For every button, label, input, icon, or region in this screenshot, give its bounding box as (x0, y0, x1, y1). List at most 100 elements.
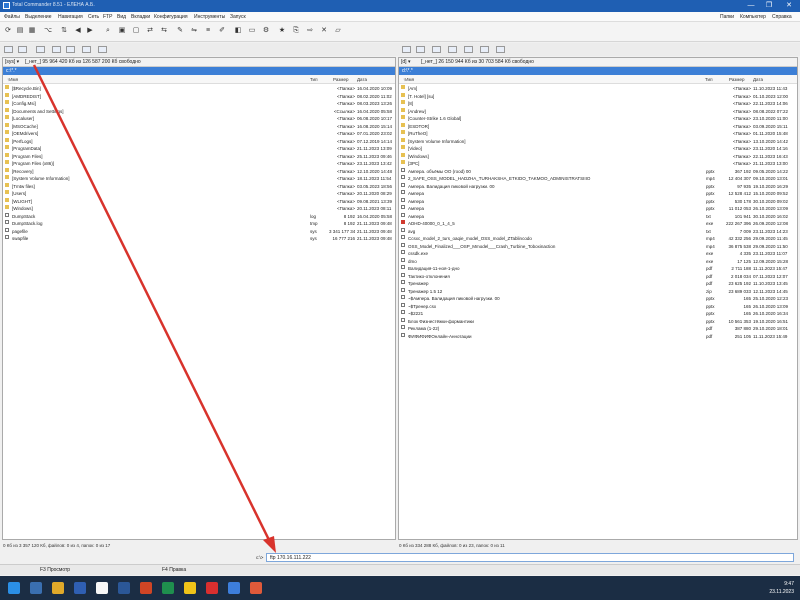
header-size[interactable]: Размер (729, 77, 744, 82)
menu-network[interactable]: Сеть (88, 14, 99, 20)
file-row[interactable]: avg txt 7 009 23.11.2023 14:23 (399, 227, 797, 236)
file-row[interactable]: [PerfLogs] <Папка> 07.12.2019 14:14 (3, 137, 395, 146)
menu-view[interactable]: Вид (117, 14, 126, 20)
powerpoint-icon[interactable] (140, 582, 152, 594)
drive-up-icon[interactable] (496, 46, 505, 53)
menu-tabs[interactable]: Вкладки (131, 14, 150, 20)
pack-icon[interactable]: ▣ (118, 27, 126, 35)
left-drive-select[interactable]: [sys] ▾ (5, 59, 19, 65)
drive-c-icon[interactable] (402, 46, 411, 53)
drive-f-icon[interactable] (448, 46, 457, 53)
refresh-icon[interactable]: ⟳ (4, 27, 12, 35)
drive-d-icon[interactable] (416, 46, 425, 53)
file-row[interactable]: Блок Физнестёжки-формантики pptx 10 561 35… (399, 317, 797, 326)
file-row[interactable]: Ампера pptx 530 178 30.10.2020 09:02 (399, 197, 797, 206)
file-row[interactable]: ~$2221 pptx 165 26.10.2020 16:34 (399, 310, 797, 318)
forward-arrow-icon[interactable]: ▶ (86, 27, 94, 35)
file-row[interactable]: [WLIGHT] <Папка> 09.08.2021 13:39 (3, 197, 395, 206)
file-row[interactable]: [Localuser] <Папка> 06.08.2020 10:17 (3, 115, 395, 123)
file-row[interactable]: [RuTheO] <Папка> 01.11.2020 15:48 (399, 130, 797, 138)
file-row[interactable]: [AMDREDIST] <Папка> 08.02.2020 11:02 (3, 92, 395, 101)
file-row[interactable]: [T. Hotel] [su] <Папка> 01.10.2023 12:00 (399, 92, 797, 101)
file-row[interactable]: [Windows] <Папка> 22.11.2023 16:43 (399, 152, 797, 161)
tree-icon[interactable]: ⌥ (44, 27, 52, 35)
ftp-connect-icon[interactable]: ⇄ (146, 27, 154, 35)
app-icon[interactable] (250, 582, 262, 594)
file-row[interactable]: [ProgramData] <Папка> 21.11.2023 13:09 (3, 145, 395, 153)
sync-icon[interactable]: ⇋ (190, 27, 198, 35)
excel-icon[interactable] (162, 582, 174, 594)
file-row[interactable]: pagefile sys 3 341 177 344 21.11.2023 09:48 (3, 227, 395, 236)
file-row[interactable]: [MSOCache] <Папка> 16.08.2020 15:14 (3, 122, 395, 131)
left-current-dir[interactable]: c:\*.* (3, 67, 395, 75)
file-row[interactable]: [8] <Папка> 22.11.2023 14:06 (399, 100, 797, 108)
close-button[interactable]: ✕ (782, 0, 796, 12)
file-row[interactable]: Тренажер 1.5 12 zip 23 689 033 12.11.2023 1… (399, 287, 797, 296)
settings-icon[interactable]: ⚙ (262, 27, 270, 35)
sort-icon[interactable]: ⇅ (60, 27, 68, 35)
file-row[interactable]: [Video] <Папка> 23.11.2020 14:16 (399, 145, 797, 153)
notepad-icon[interactable]: ✐ (218, 27, 226, 35)
total-commander-icon[interactable] (228, 582, 240, 594)
file-row[interactable]: [Program Files (x86)] <Папка> 23.11.2023 1… (3, 160, 395, 168)
file-row[interactable]: DumpStack log 8 192 16.04.2020 05:58 (3, 212, 395, 221)
menu-ftp[interactable]: FTP (103, 14, 112, 20)
maximize-button[interactable]: ❐ (762, 0, 776, 12)
drive-d-icon[interactable] (18, 46, 27, 53)
header-size[interactable]: Размер (333, 77, 348, 82)
drive-net-icon[interactable] (464, 46, 473, 53)
file-row[interactable]: 2_SAFE_OSS_MODEL_HADZHA_TURHAKSHA_ETKIDO… (399, 175, 797, 183)
move-icon[interactable]: ⇨ (306, 27, 314, 35)
header-name[interactable]: ↑Имя (403, 77, 414, 82)
file-row[interactable]: ~$Тренер.csx pptx 165 26.10.2020 13:09 (399, 302, 797, 311)
file-row[interactable]: [Andrew] <Папка> 08.08.2022 07:22 (399, 107, 797, 116)
drive-net-icon[interactable] (66, 46, 75, 53)
header-date[interactable]: Дата (357, 77, 367, 82)
file-row[interactable]: swapfile sys 16 777 216 21.11.2023 09:48 (3, 235, 395, 243)
menu-files[interactable]: Файлы (4, 14, 20, 20)
drive-root-icon[interactable] (82, 46, 91, 53)
file-row[interactable]: [Config.Msi] <Папка> 08.03.2023 13:26 (3, 100, 395, 108)
menu-tools[interactable]: Инструменты (194, 14, 225, 20)
multi-rename-icon[interactable]: ✎ (176, 27, 184, 35)
file-row[interactable]: Ccsxc_model_2_turs_oaqie_model_OSS_model… (399, 235, 797, 243)
header-name[interactable]: ↑Имя (7, 77, 18, 82)
drive-root-icon[interactable] (480, 46, 489, 53)
file-row[interactable]: Валидация-11-ноя-1-дно pdf 2 711 188 11.11.… (399, 265, 797, 273)
yandex-icon[interactable] (206, 582, 218, 594)
right-drive-select[interactable]: [d] ▾ (401, 59, 410, 65)
right-current-dir[interactable]: d:\*.* (399, 67, 797, 75)
f3-view-button[interactable]: F3 Просмотр (40, 567, 70, 573)
new-folder-icon[interactable]: ▱ (334, 27, 342, 35)
file-row[interactable]: OSS_Model_Finalized___OSP_Mmodel___Crash… (399, 242, 797, 251)
header-ext[interactable]: Тип (310, 77, 318, 82)
menu-selection[interactable]: Выделение (25, 14, 52, 20)
copy-icon[interactable]: ⎘ (292, 27, 300, 35)
explorer-icon[interactable]: ◧ (234, 27, 242, 35)
menu-navigation[interactable]: Навигация (58, 14, 83, 20)
file-row[interactable]: [Am] <Папка> 11.10.2023 11:43 (399, 85, 797, 93)
file-row[interactable]: [$Recycle.Bin] <Папка> 16.04.2020 10:09 (3, 85, 395, 93)
file-row[interactable]: [ESDTOR] <Папка> 03.09.2020 15:11 (399, 122, 797, 131)
menu-help[interactable]: Справка (772, 14, 792, 20)
file-row[interactable]: [System Volume Information] <Папка> 18.11.… (3, 175, 395, 183)
file-row[interactable]: Ампера. объёмы ОО (rood) 00 pptx 367 192 09… (399, 167, 797, 176)
file-row[interactable]: [Program Files] <Папка> 25.11.2023 09:46 (3, 152, 395, 161)
file-row[interactable]: Ампера pptx 11 012 053 26.10.2020 13:09 (399, 205, 797, 213)
compare-icon[interactable]: ≡ (204, 27, 212, 35)
file-row[interactable]: [ЗРС] <Папка> 21.11.2023 13:00 (399, 160, 797, 168)
file-row[interactable]: DumpStack.log tmp 8 192 21.11.2023 09:48 (3, 220, 395, 228)
menu-configuration[interactable]: Конфигурация (154, 14, 188, 20)
start-button-icon[interactable] (8, 582, 20, 594)
file-row[interactable]: [Recovery] <Папка> 12.10.2020 14:48 (3, 167, 395, 176)
chrome-icon[interactable] (96, 582, 108, 594)
drive-e-icon[interactable] (36, 46, 45, 53)
file-row[interactable]: Ампера pptx 12 528 412 15.10.2020 09:52 (399, 190, 797, 198)
back-arrow-icon[interactable]: ◀ (74, 27, 82, 35)
full-view-icon[interactable]: ▦ (28, 27, 36, 35)
favorites-icon[interactable]: ★ (278, 27, 286, 35)
drive-c-icon[interactable] (4, 46, 13, 53)
taskbar-clock[interactable]: 9:47 23.11.2023 (769, 580, 794, 596)
file-row[interactable]: Тренажер pdf 23 625 192 11.10.2023 13:45 (399, 280, 797, 288)
file-row[interactable]: Тактико-отклонения pdf 2 018 034 07.11.2023… (399, 272, 797, 281)
